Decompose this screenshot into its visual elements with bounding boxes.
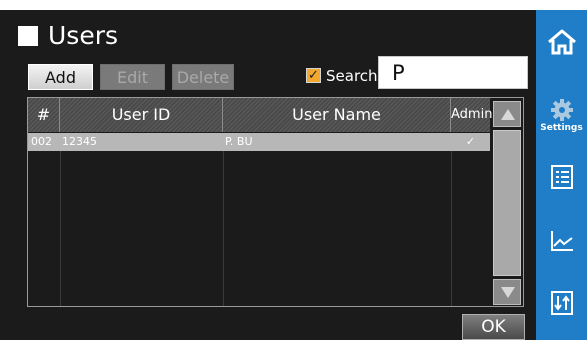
scroll-down-button[interactable] (493, 279, 521, 305)
add-button[interactable]: Add (28, 64, 93, 90)
column-header-user-id[interactable]: User ID (60, 98, 223, 132)
home-icon (547, 29, 576, 55)
column-header-number[interactable]: # (28, 98, 60, 132)
sidebar-item-settings[interactable]: Settings (536, 92, 587, 138)
column-header-admin[interactable]: Admin (451, 98, 492, 132)
sidebar-item-chart[interactable] (536, 224, 587, 258)
cell-user-id: 12345 (62, 135, 97, 148)
sidebar: Settings (536, 10, 587, 340)
edit-button[interactable]: Edit (100, 64, 165, 90)
column-divider (451, 151, 452, 306)
list-icon (550, 165, 573, 189)
delete-button[interactable]: Delete (172, 64, 234, 90)
users-table: # User ID User Name Admin 002 12345 P. B… (27, 97, 524, 307)
line-chart-icon (550, 231, 573, 251)
page-title: Users (18, 22, 118, 50)
sidebar-item-home[interactable] (536, 24, 587, 60)
column-divider (223, 151, 224, 306)
users-screen: Users Add Edit Delete ✓ Search # User ID… (0, 10, 587, 340)
sidebar-item-list[interactable] (536, 160, 587, 194)
cell-user-name: P. BU (225, 135, 253, 148)
search-label: Search (326, 67, 378, 85)
title-square-icon (18, 26, 38, 46)
column-divider (60, 151, 61, 306)
scroll-up-button[interactable] (493, 101, 521, 127)
cell-number: 002 (31, 135, 52, 148)
transfer-icon (550, 291, 573, 315)
sidebar-item-settings-label: Settings (540, 122, 583, 133)
table-header: # User ID User Name Admin (28, 98, 492, 132)
search-input[interactable] (378, 56, 528, 89)
cell-admin-check: ✓ (465, 135, 476, 148)
search-checkbox[interactable]: ✓ (306, 68, 321, 83)
gear-icon (550, 98, 573, 121)
column-header-user-name[interactable]: User Name (223, 98, 451, 132)
arrow-down-icon (501, 287, 515, 298)
ok-button[interactable]: OK (462, 314, 525, 340)
table-row[interactable]: 002 12345 P. BU ✓ (28, 133, 490, 151)
page-title-text: Users (48, 21, 119, 50)
arrow-up-icon (501, 109, 515, 120)
scrollbar-track[interactable] (493, 130, 521, 276)
sidebar-item-transfer[interactable] (536, 286, 587, 320)
